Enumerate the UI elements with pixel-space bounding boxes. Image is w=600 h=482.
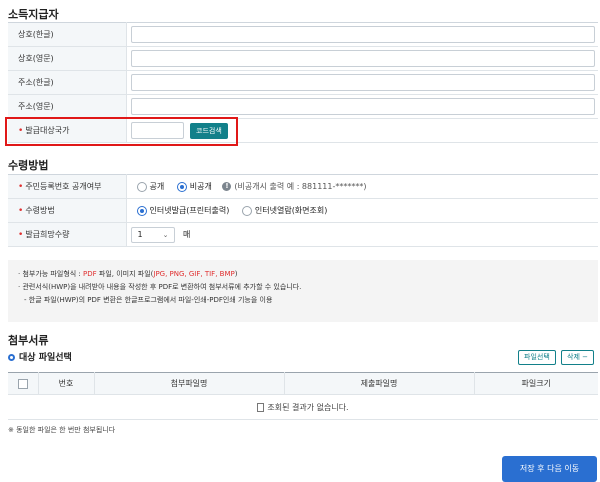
notice-line: - 한글 파일(HWP)의 PDF 변환은 한글프로그램에서 파일-인쇄-PDF… [24,296,273,304]
field-label: 상호(영문) [8,46,127,71]
form-row: 주소(한글) [8,70,598,95]
column-header: 번호 [38,372,95,395]
required-mark: • [18,206,24,216]
empty-message: 조회된 결과가 없습니다. [267,402,349,412]
select-all-checkbox[interactable] [17,378,28,389]
highlight-box [5,117,238,146]
quantity-select[interactable]: 1 ⌄ [130,226,175,243]
bullet-circle-icon [8,354,15,361]
radio-label: 비공개 [189,182,212,191]
chevron-down-icon: ⌄ [162,230,169,239]
field-label: 주민등록번호 공개여부 [25,182,102,191]
quantity-unit: 매 [183,230,191,239]
receipt-form: • 주민등록번호 공개여부 공개 비공개 ! (비공개시 출력 예 : 881111… [8,174,598,247]
file-select-subtitle: 대상 파일선택 [8,350,72,363]
save-next-button[interactable]: 저장 후 다음 이동 [502,456,597,482]
attachment-footnote: ※ 동일한 파일은 한 번만 첨부됩니다 [8,426,116,434]
required-mark: • [18,182,24,192]
field-label: 상호(한글) [8,22,127,47]
form-row: 주소(영문) [8,94,598,119]
rrn-public-radio[interactable] [136,181,147,192]
empty-row: 조회된 결과가 없습니다. [8,394,598,420]
trade-name-korean-input[interactable] [130,26,595,43]
section-title-attachments: 첨부서류 [8,334,49,347]
quantity-value: 1 [137,229,143,239]
form-row: • 발급희망수량 1 ⌄ 매 [8,222,598,247]
notice-line: · 첨부가능 파일형식 : PDF 파일, 이미지 파일(JPG, PNG, G… [18,270,238,278]
document-icon [257,402,265,412]
address-korean-input[interactable] [130,74,595,91]
minus-icon: − [582,353,588,361]
field-label: 주소(영문) [8,94,127,119]
table-header-row: 번호 첨부파일명 제출파일명 파일크기 [8,372,598,395]
notice-line: · 관련서식(HWP)을 내려받아 내용을 작성한 후 PDF로 변환하여 첨부… [18,283,302,291]
section-title-receipt: 수령방법 [8,159,49,172]
radio-label: 인터넷발급(프린터출력) [149,206,230,215]
rrn-hint: (비공개시 출력 예 : 881111-*******) [234,182,367,191]
field-label: 주소(한글) [8,70,127,95]
radio-label: 공개 [149,182,165,191]
attachment-notice: · 첨부가능 파일형식 : PDF 파일, 이미지 파일(JPG, PNG, G… [8,260,598,322]
internet-issue-radio[interactable] [136,205,147,216]
file-select-button[interactable]: 파일선택 [518,350,556,365]
column-header: 첨부파일명 [94,372,285,395]
column-header: 제출파일명 [284,372,475,395]
info-icon: ! [222,182,232,191]
section-title-income-payer: 소득지급자 [8,8,59,21]
address-english-input[interactable] [130,98,595,115]
field-label: 발급희망수량 [25,230,70,239]
form-row: • 수령방법 인터넷발급(프린터출력) 인터넷열람(화면조회) [8,198,598,223]
form-row: 상호(영문) [8,46,598,71]
field-label: 수령방법 [25,206,55,215]
trade-name-english-input[interactable] [130,50,595,67]
column-header: 파일크기 [474,372,598,395]
required-mark: • [18,230,24,240]
internet-view-radio[interactable] [241,205,252,216]
delete-button[interactable]: 삭제 − [561,350,594,365]
form-row: • 주민등록번호 공개여부 공개 비공개 ! (비공개시 출력 예 : 881111… [8,174,598,199]
rrn-private-radio[interactable] [176,181,187,192]
radio-label: 인터넷열람(화면조회) [254,206,328,215]
attachment-table: 번호 첨부파일명 제출파일명 파일크기 조회된 결과가 없습니다. [8,372,598,420]
form-row: 상호(한글) [8,22,598,47]
